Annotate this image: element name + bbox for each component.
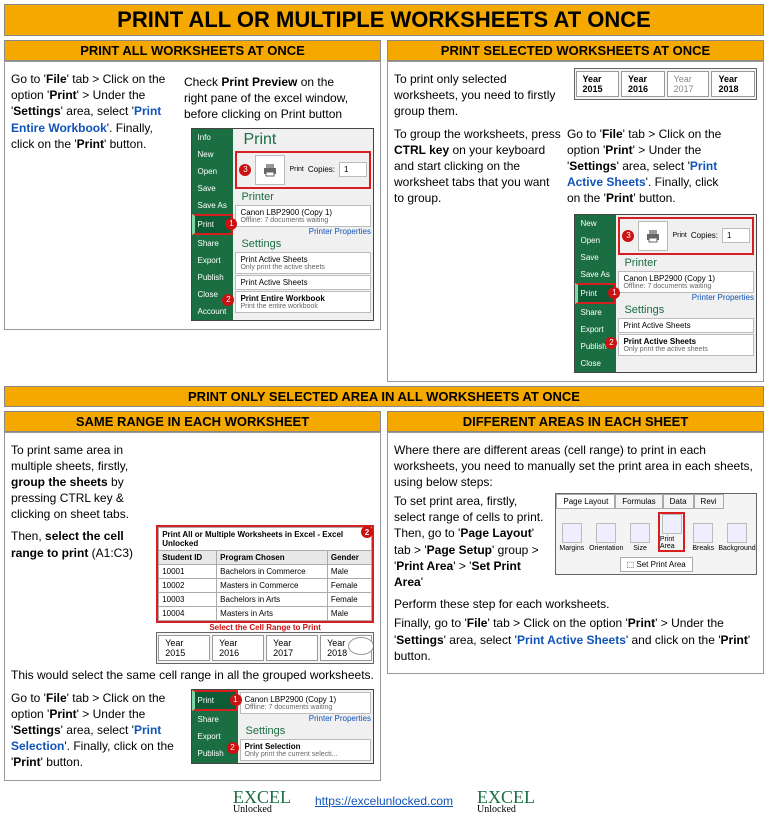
btn-margins[interactable]: Margins <box>559 523 584 552</box>
a-screenshot: Info New Open Save Save As Print 1 Share… <box>191 128 375 321</box>
c-para3: This would select the same cell range in… <box>11 667 374 683</box>
print-entire-workbook-option[interactable]: 2 Print Entire Workbook Print the entire… <box>235 291 371 313</box>
sheet-tabs[interactable]: Year 2015 Year 2016 Year 2017 Year 2018 <box>574 68 758 100</box>
printer-section: Printer <box>241 191 365 203</box>
heading-selected-area: PRINT ONLY SELECTED AREA IN ALL WORKSHEE… <box>4 386 764 407</box>
heading-different-areas: DIFFERENT AREAS IN EACH SHEET <box>387 411 764 432</box>
b-screenshot: New Open Save Save As Print 1 Share Expo… <box>574 214 758 373</box>
b-para2: To group the worksheets, press CTRL key … <box>394 126 561 207</box>
d-para4: Finally, go to 'File' tab > Click on the… <box>394 615 757 664</box>
btn-size[interactable]: Size <box>628 523 652 552</box>
badge-3: 3 <box>239 164 251 176</box>
printer-properties-link[interactable]: Printer Properties <box>240 714 372 723</box>
logo-left: EXCEL Unlocked <box>233 787 291 815</box>
btn-breaks[interactable]: Breaks <box>691 523 715 552</box>
printer-select[interactable]: Canon LBP2900 (Copy 1) Offline: 7 docume… <box>618 271 754 293</box>
a-para1: Go to 'File' tab > Click on the option '… <box>11 71 178 152</box>
d-para1: Where there are different areas (cell ra… <box>394 442 757 491</box>
print-active-sheets-option[interactable]: 2 Print Active Sheets Only print the act… <box>618 334 754 356</box>
b-para3: Go to 'File' tab > Click on the option '… <box>567 126 734 207</box>
b-para1: To print only selected worksheets, you n… <box>394 71 561 120</box>
c-worksheet-shot: Print All or Multiple Worksheets in Exce… <box>156 525 374 664</box>
menu-set-print-area[interactable]: ⬚ Set Print Area <box>620 557 693 572</box>
main-title: PRINT ALL OR MULTIPLE WORKSHEETS AT ONCE <box>4 4 764 36</box>
printer-properties-link[interactable]: Printer Properties <box>618 293 754 302</box>
printer-icon <box>645 229 661 243</box>
heading-print-selected: PRINT SELECTED WORKSHEETS AT ONCE <box>387 40 764 61</box>
grouped-tabs[interactable]: Year 2015 Year 2016 Year 2017 Year 2018 … <box>156 632 374 664</box>
btn-background[interactable]: Background <box>721 523 753 552</box>
tab-formulas[interactable]: Formulas <box>615 494 662 509</box>
printer-icon <box>262 163 278 177</box>
copies-input[interactable]: 1 <box>722 228 750 243</box>
print-selection-option[interactable]: 2 Print Selection Only print the current… <box>240 739 372 761</box>
callout-select-range: Select the Cell Range to Print <box>156 623 374 632</box>
badge-2: 2 <box>222 294 234 306</box>
printer-properties-link[interactable]: Printer Properties <box>235 227 371 236</box>
copies-input[interactable]: 1 <box>339 162 367 177</box>
c-para2: Then, select the cell range to print (A1… <box>11 528 142 560</box>
c-screenshot: Print 1 Share Export Publish Canon LBP29… <box>191 689 375 764</box>
nav-print[interactable]: Print 1 <box>192 214 234 235</box>
print-button[interactable] <box>638 221 668 251</box>
tab-data[interactable]: Data <box>663 494 694 509</box>
logo-right: EXCEL Unlocked <box>477 787 535 815</box>
badge-1: 1 <box>225 218 237 230</box>
a-para2: Check Print Preview on the right pane of… <box>184 74 351 123</box>
print-button[interactable] <box>255 155 285 185</box>
footer: EXCEL Unlocked https://excelunlocked.com… <box>4 787 764 815</box>
tab-page-layout[interactable]: Page Layout <box>556 494 615 509</box>
settings-section: Settings <box>241 238 365 250</box>
print-page-title: Print <box>243 131 371 149</box>
nav-print[interactable]: Print 1 <box>192 690 238 711</box>
heading-same-range: SAME RANGE IN EACH WORKSHEET <box>4 411 381 432</box>
btn-orientation[interactable]: Orientation <box>590 523 622 552</box>
footer-link[interactable]: https://excelunlocked.com <box>315 794 453 808</box>
btn-print-area[interactable]: Print Area <box>658 512 686 552</box>
nav-print[interactable]: Print 1 <box>575 283 617 304</box>
c-para1: To print same area in multiple sheets, f… <box>11 442 142 523</box>
ribbon-shot: Page Layout Formulas Data Revi Margins O… <box>555 493 757 575</box>
settings-select[interactable]: Print Active Sheets Only print the activ… <box>235 252 371 274</box>
heading-print-all: PRINT ALL WORKSHEETS AT ONCE <box>4 40 381 61</box>
printer-select[interactable]: Canon LBP2900 (Copy 1) Offline: 7 docume… <box>235 205 371 227</box>
tab-review[interactable]: Revi <box>694 494 724 509</box>
c-para4: Go to 'File' tab > Click on the option '… <box>11 690 178 771</box>
d-para3: Perform these step for each worksheets. <box>394 596 757 612</box>
backstage-nav: Info New Open Save Save As Print 1 Share… <box>192 129 234 320</box>
